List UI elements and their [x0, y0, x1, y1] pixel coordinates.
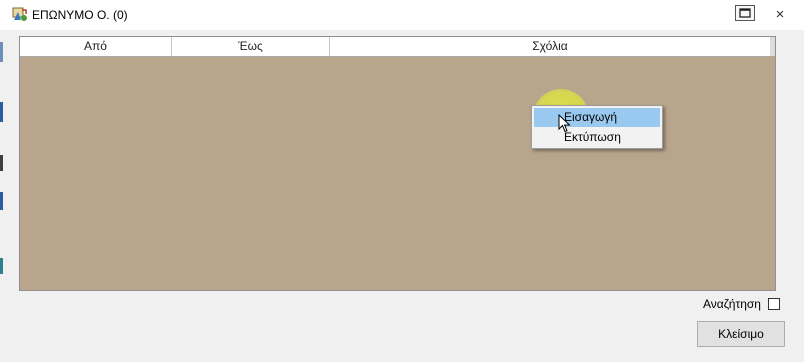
- context-menu: Εισαγωγή Εκτύπωση: [531, 105, 663, 149]
- dialog-window: ΕΠΩΝΥΜΟ Ο. (0) × Από Έως Σχόλια Εισαγωγή…: [0, 0, 804, 362]
- menu-item-print[interactable]: Εκτύπωση: [534, 128, 660, 147]
- close-button[interactable]: Κλείσιμο: [697, 321, 785, 347]
- app-icon: [12, 7, 28, 23]
- column-header-from[interactable]: Από: [20, 37, 172, 56]
- edge-mark: [0, 42, 3, 62]
- header-corner: [770, 37, 775, 56]
- search-checkbox[interactable]: [768, 298, 780, 310]
- grid-header: Από Έως Σχόλια: [20, 37, 771, 57]
- column-header-comments[interactable]: Σχόλια: [330, 37, 771, 56]
- edge-mark: [0, 102, 3, 122]
- left-edge-strip: [0, 30, 3, 340]
- data-grid[interactable]: Από Έως Σχόλια: [19, 36, 776, 291]
- column-header-to[interactable]: Έως: [172, 37, 330, 56]
- search-label: Αναζήτηση: [703, 297, 761, 311]
- edge-mark: [0, 258, 3, 274]
- edge-mark: [0, 192, 3, 210]
- mouse-pointer-icon: [558, 113, 572, 134]
- close-icon[interactable]: ×: [772, 7, 788, 23]
- window-title: ΕΠΩΝΥΜΟ Ο. (0): [32, 8, 128, 22]
- restore-icon[interactable]: [735, 5, 755, 21]
- title-bar: ΕΠΩΝΥΜΟ Ο. (0) ×: [0, 0, 804, 30]
- menu-item-insert[interactable]: Εισαγωγή: [534, 108, 660, 127]
- edge-mark: [0, 155, 3, 171]
